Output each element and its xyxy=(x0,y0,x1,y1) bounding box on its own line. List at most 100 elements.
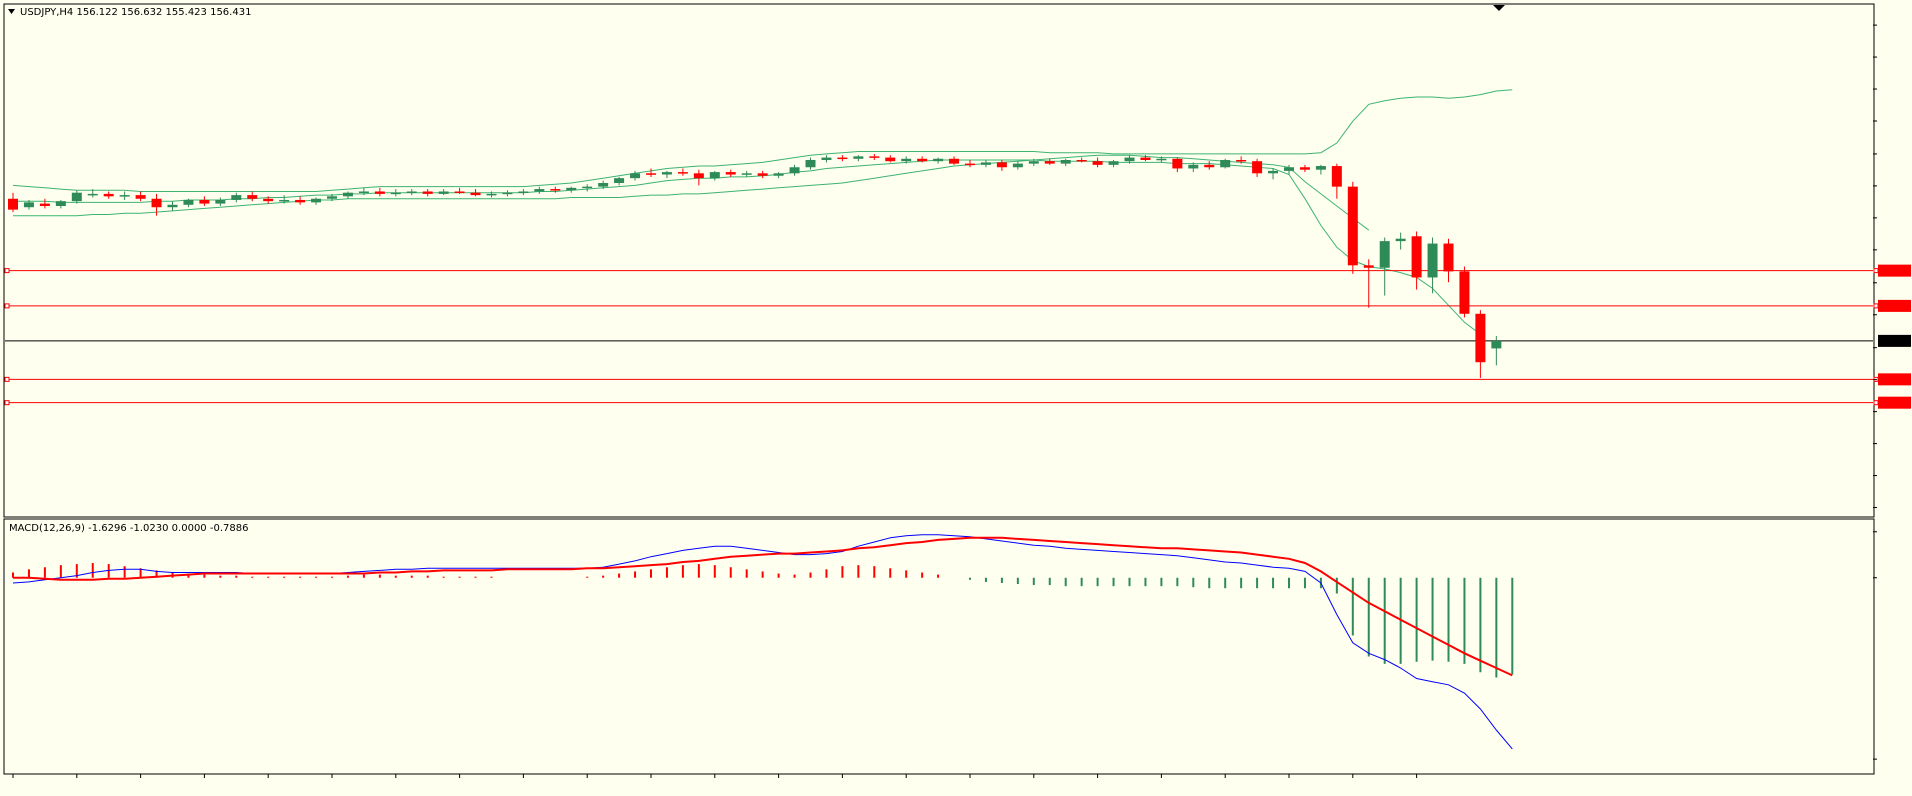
candle-body xyxy=(677,172,688,174)
candle-body xyxy=(422,191,433,194)
candle-body xyxy=(87,193,98,196)
macd-info: MACD(12,26,9) -1.6296 -1.0230 0.0000 -0.… xyxy=(9,523,248,534)
candle-body xyxy=(55,201,66,207)
candle-body xyxy=(103,193,114,197)
candle-body xyxy=(901,158,912,162)
candle-body xyxy=(1491,340,1502,349)
candle-body xyxy=(550,189,561,191)
candle-body xyxy=(853,156,864,159)
candle-body xyxy=(1076,159,1087,162)
candle-body xyxy=(1060,159,1071,164)
candle-body xyxy=(1475,313,1486,363)
candle-body xyxy=(1124,157,1135,162)
candle-body xyxy=(1220,159,1231,168)
candle-body xyxy=(965,163,975,166)
candle-body xyxy=(231,195,242,200)
candle-body xyxy=(741,173,752,175)
candle-body xyxy=(1331,166,1342,187)
candle-body xyxy=(949,158,960,164)
candle-body xyxy=(71,192,82,202)
level-handle xyxy=(4,376,10,382)
candle-body xyxy=(757,173,768,176)
level-handle xyxy=(1873,400,1879,406)
candle-body xyxy=(630,173,641,179)
candle-body xyxy=(358,191,369,193)
chart-background xyxy=(0,0,1912,796)
candle-body xyxy=(1108,161,1119,165)
candle-body xyxy=(167,204,178,208)
candle-body xyxy=(693,173,704,179)
candle-body xyxy=(1028,161,1039,164)
candle-body xyxy=(933,158,944,162)
candle-body xyxy=(1427,243,1438,278)
candle-body xyxy=(1092,161,1103,165)
candle-body xyxy=(135,195,146,199)
candle-body xyxy=(1188,164,1199,169)
candle-body xyxy=(805,159,816,168)
candle-body xyxy=(1012,163,1023,168)
candle-body xyxy=(151,198,162,208)
candle-body xyxy=(1347,186,1358,266)
candle-body xyxy=(279,199,290,202)
level-handle xyxy=(4,400,10,406)
candle-body xyxy=(311,198,322,203)
symbol-info: USDJPY,H4 156.122 156.632 155.423 156.43… xyxy=(20,7,251,18)
level-price-tag xyxy=(1878,264,1911,277)
trading-chart[interactable]: USDJPY,H4 156.122 156.632 155.423 156.43… xyxy=(0,0,1912,796)
candle-body xyxy=(1395,238,1406,242)
candle-body xyxy=(1363,265,1374,268)
candle-body xyxy=(1459,271,1470,314)
level-handle xyxy=(1873,303,1879,309)
candle-body xyxy=(1284,167,1294,171)
candle-body xyxy=(295,199,306,203)
candle-body xyxy=(39,203,50,207)
candle-body xyxy=(247,195,258,199)
candle-body xyxy=(534,189,545,192)
candle-body xyxy=(263,198,274,202)
candle-body xyxy=(789,167,800,174)
candle-body xyxy=(980,162,991,165)
candle-body xyxy=(1268,170,1279,174)
candle-body xyxy=(374,191,385,194)
candle-body xyxy=(486,193,497,196)
candle-body xyxy=(23,202,34,208)
candle-body xyxy=(1140,157,1151,160)
candle-body xyxy=(996,162,1007,168)
candle-body xyxy=(327,196,337,199)
candle-body xyxy=(199,199,210,204)
candle-body xyxy=(885,157,896,162)
level-handle xyxy=(1873,268,1879,274)
candle-body xyxy=(1379,241,1390,268)
candle-body xyxy=(438,191,449,194)
candle-body xyxy=(215,199,226,204)
candle-body xyxy=(917,158,928,162)
candle-body xyxy=(725,172,736,175)
candle-body xyxy=(821,157,832,160)
candle-body xyxy=(1156,158,1167,161)
candle-body xyxy=(390,192,401,195)
candle-body xyxy=(1443,243,1454,272)
candle-body xyxy=(8,198,18,210)
candle-body xyxy=(1204,164,1215,168)
candle-body xyxy=(1236,159,1247,162)
candle-body xyxy=(837,157,848,160)
candle-body xyxy=(342,192,353,197)
candle-body xyxy=(119,195,130,197)
candle-body xyxy=(773,173,784,176)
level-handle xyxy=(4,303,10,309)
candle-body xyxy=(1299,167,1310,170)
candle-body xyxy=(582,186,593,189)
level-price-tag xyxy=(1878,299,1911,312)
candle-body xyxy=(646,173,656,175)
candle-body xyxy=(1044,161,1055,164)
candle-body xyxy=(1411,236,1422,278)
candle-body xyxy=(406,191,417,193)
candle-body xyxy=(1172,158,1183,169)
candle-body xyxy=(1315,166,1326,170)
level-price-tag xyxy=(1878,373,1911,386)
candle-body xyxy=(709,172,720,179)
candle-body xyxy=(598,183,609,187)
candle-body xyxy=(518,191,529,193)
candle-body xyxy=(454,191,465,193)
candle-body xyxy=(470,192,481,196)
